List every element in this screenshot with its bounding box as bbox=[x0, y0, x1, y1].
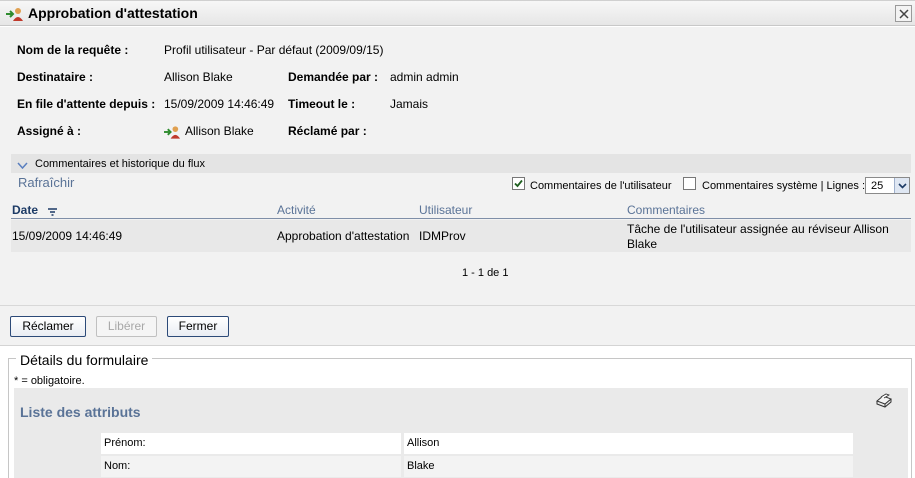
requested-by-label: Demandée par : bbox=[288, 70, 379, 84]
chevron-down-icon[interactable] bbox=[17, 158, 28, 172]
timeout-value: Jamais bbox=[390, 97, 429, 111]
assigned-label: Assigné à : bbox=[17, 124, 82, 138]
sort-icon[interactable] bbox=[48, 205, 57, 219]
row-comment-line2: Blake bbox=[627, 237, 658, 251]
recipient-value: Allison Blake bbox=[164, 70, 233, 84]
requested-by-value: admin admin bbox=[390, 70, 459, 84]
print-icon[interactable] bbox=[874, 393, 894, 409]
task-details-panel: Nom de la requête : Profil utilisateur -… bbox=[0, 27, 915, 306]
timeout-label: Timeout le : bbox=[288, 97, 356, 111]
user-comments-label: Commentaires de l'utilisateur bbox=[530, 180, 672, 192]
claim-button[interactable]: Réclamer bbox=[10, 316, 86, 337]
request-name-value: Profil utilisateur - Par défaut (2009/09… bbox=[164, 43, 384, 57]
close-form-button[interactable]: Fermer bbox=[167, 316, 229, 337]
attribute-row-first-name: Prénom: Allison bbox=[101, 433, 853, 454]
pagination-info: 1 - 1 de 1 bbox=[462, 267, 509, 279]
column-user[interactable]: Utilisateur bbox=[419, 203, 472, 217]
form-details-legend: Détails du formulaire bbox=[16, 352, 153, 368]
action-bar: Réclamer Libérer Fermer bbox=[0, 306, 915, 346]
flow-section-header[interactable]: Commentaires et historique du flux bbox=[11, 154, 911, 173]
user-comments-checkbox[interactable] bbox=[512, 177, 525, 190]
attribute-value: Blake bbox=[404, 456, 853, 477]
table-row: 15/09/2009 14:46:49 Approbation d'attest… bbox=[11, 220, 911, 252]
queued-since-label: En file d'attente depuis : bbox=[17, 97, 156, 111]
window-title: Approbation d'attestation bbox=[28, 5, 198, 21]
queued-since-value: 15/09/2009 14:46:49 bbox=[164, 97, 275, 111]
attributes-title: Liste des attributs bbox=[20, 404, 141, 420]
column-date[interactable]: Date bbox=[12, 203, 38, 217]
chevron-down-icon[interactable] bbox=[894, 178, 909, 193]
window-titlebar: Approbation d'attestation bbox=[0, 0, 915, 26]
close-icon bbox=[899, 9, 909, 19]
row-comment-line1: Tâche de l'utilisateur assignée au révis… bbox=[627, 222, 889, 236]
claimed-by-label: Réclamé par : bbox=[288, 124, 367, 138]
attribute-label: Nom: bbox=[101, 456, 401, 477]
recipient-label: Destinataire : bbox=[17, 70, 94, 84]
attribute-label: Prénom: bbox=[101, 433, 401, 454]
request-name-label: Nom de la requête : bbox=[17, 43, 129, 57]
release-button[interactable]: Libérer bbox=[96, 316, 157, 337]
lines-per-page-value: 25 bbox=[871, 180, 884, 192]
refresh-link[interactable]: Rafraîchir bbox=[18, 175, 74, 190]
column-comments[interactable]: Commentaires bbox=[627, 203, 705, 217]
row-user: IDMProv bbox=[419, 229, 466, 243]
attribute-value: Allison bbox=[404, 433, 853, 454]
flow-section-title: Commentaires et historique du flux bbox=[35, 158, 205, 170]
required-note: * = obligatoire. bbox=[14, 375, 85, 387]
assign-user-icon bbox=[6, 7, 24, 21]
attribute-row-last-name: Nom: Blake bbox=[101, 456, 853, 477]
comments-table-header: Date Activité Utilisateur Commentaires bbox=[11, 201, 911, 219]
row-activity: Approbation d'attestation bbox=[277, 229, 410, 243]
close-button[interactable] bbox=[895, 5, 912, 22]
system-comments-checkbox[interactable] bbox=[683, 177, 696, 190]
system-comments-label: Commentaires système | Lignes : bbox=[702, 180, 866, 192]
lines-per-page-select[interactable]: 25 bbox=[865, 177, 910, 194]
assigned-value: Allison Blake bbox=[185, 124, 254, 138]
assign-user-icon bbox=[164, 125, 181, 139]
column-activity[interactable]: Activité bbox=[277, 203, 316, 217]
row-date: 15/09/2009 14:46:49 bbox=[12, 229, 123, 243]
